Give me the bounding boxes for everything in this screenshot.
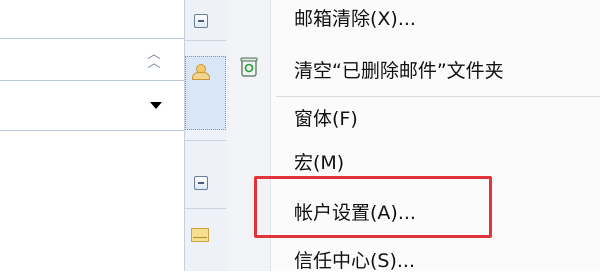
message-list-column bbox=[184, 0, 227, 271]
dropdown-arrow-icon[interactable] bbox=[150, 102, 162, 109]
recycle-bin-icon bbox=[240, 57, 258, 77]
menu-item-macro[interactable]: 宏(M) bbox=[294, 146, 344, 180]
menu-item-forms[interactable]: 窗体(F) bbox=[294, 102, 358, 136]
menu-separator bbox=[276, 96, 600, 97]
menu-item-empty-deleted-items[interactable]: 清空“已删除邮件”文件夹 bbox=[294, 54, 504, 88]
double-chevron-up-icon[interactable]: ︿ ︿ bbox=[145, 48, 163, 72]
group-separator bbox=[185, 208, 227, 209]
annotation-highlight-box bbox=[254, 176, 492, 238]
contact-icon bbox=[191, 64, 210, 80]
menu-item-trust-center[interactable]: 信任中心(S)... bbox=[294, 244, 415, 278]
minus-icon[interactable] bbox=[194, 14, 208, 28]
pane-divider bbox=[0, 80, 184, 81]
menu-item-mailbox-cleanup[interactable]: 邮箱清除(X)... bbox=[294, 2, 416, 36]
group-separator bbox=[185, 40, 227, 41]
group-separator bbox=[185, 140, 227, 141]
pane-divider bbox=[0, 38, 184, 39]
pane-divider bbox=[0, 130, 184, 131]
mail-icon bbox=[191, 228, 209, 242]
minus-icon[interactable] bbox=[194, 176, 208, 190]
navigation-pane: ︿ ︿ bbox=[0, 0, 184, 271]
